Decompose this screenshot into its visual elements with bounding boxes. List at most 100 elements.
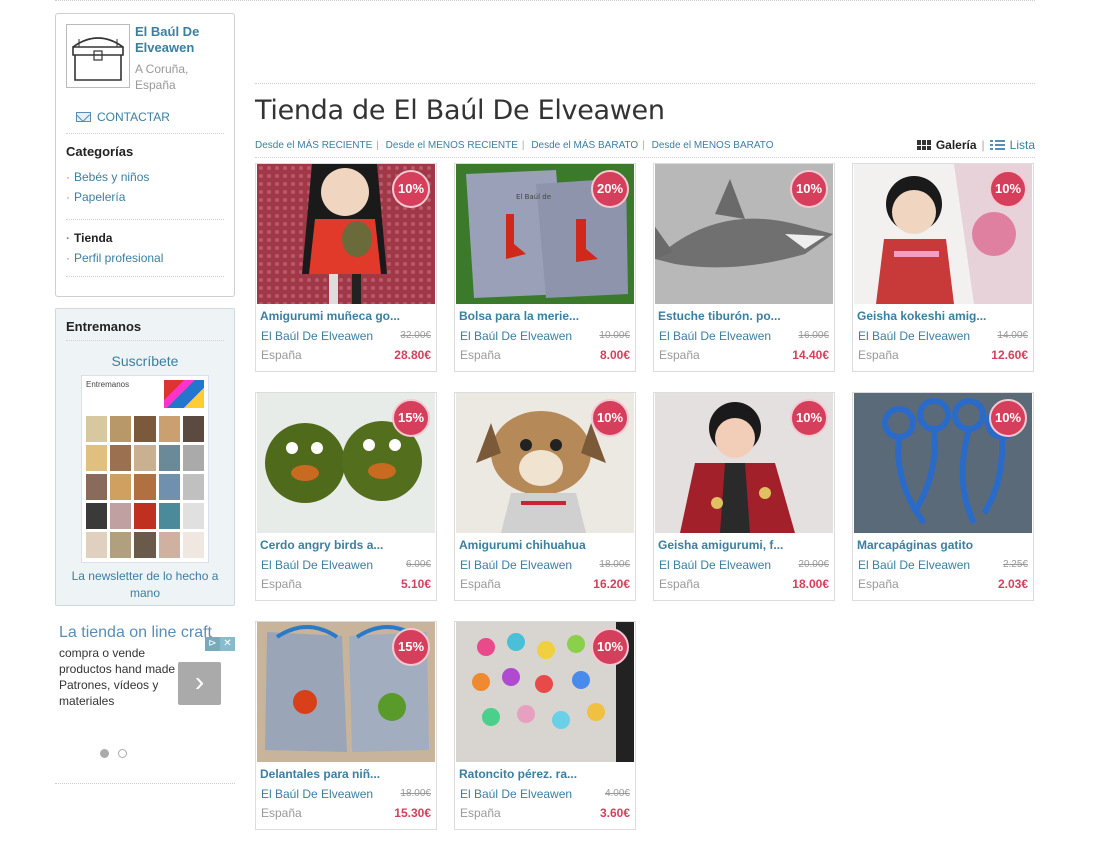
product-name[interactable]: Estuche tiburón. po... xyxy=(658,309,781,323)
product-card[interactable]: 10% Estuche tiburón. po... El Baúl De El… xyxy=(653,163,835,372)
sale-price: 5.10€ xyxy=(400,577,431,591)
old-price: 20.00€ xyxy=(798,559,829,570)
category-list: Bebés y niños Papelería xyxy=(66,167,224,207)
sort-most-expensive[interactable]: Desde el MENOS BARATO xyxy=(652,140,774,151)
seller-link[interactable]: El Baúl De Elveawen xyxy=(460,787,572,801)
newsletter-box: Entremanos Suscríbete Entremanos La news… xyxy=(55,308,235,606)
view-gallery-label: Galería xyxy=(935,138,977,152)
product-name[interactable]: Geisha kokeshi amig... xyxy=(857,309,986,323)
ad-banner[interactable]: ⊳ ✕ La tienda on line craft compra o ven… xyxy=(55,624,235,784)
svg-text:El Baúl de: El Baúl de xyxy=(516,193,551,201)
old-price: 18.00€ xyxy=(400,788,431,799)
sale-price: 3.60€ xyxy=(599,806,630,820)
main-divider xyxy=(255,83,1035,84)
seller-link[interactable]: El Baúl De Elveawen xyxy=(858,329,970,343)
old-price: 6.00€ xyxy=(405,559,431,570)
product-card[interactable]: 10% Geisha kokeshi amig... El Baúl De El… xyxy=(852,163,1034,372)
newsletter-preview-art xyxy=(164,380,204,408)
contact-label: CONTACTAR xyxy=(97,110,170,124)
view-gallery-button[interactable]: Galería xyxy=(916,138,977,152)
shop-name-link[interactable]: El Baúl De Elveawen xyxy=(135,24,224,56)
product-country: España xyxy=(261,806,302,820)
sort-cheapest[interactable]: Desde el MÁS BARATO xyxy=(531,140,638,151)
product-name[interactable]: Cerdo angry birds a... xyxy=(260,538,383,552)
product-name[interactable]: Amigurumi chihuahua xyxy=(459,538,586,552)
product-name[interactable]: Delantales para niñ... xyxy=(260,767,380,781)
product-country: España xyxy=(858,348,899,362)
seller-link[interactable]: El Baúl De Elveawen xyxy=(659,558,771,572)
shop-location: A Coruña, España xyxy=(135,62,189,92)
view-list-button[interactable]: Lista xyxy=(989,138,1035,152)
category-item-papeleria[interactable]: Papelería xyxy=(66,187,224,207)
newsletter-preview-grid xyxy=(86,416,204,558)
product-country: España xyxy=(460,348,501,362)
newsletter-preview-image[interactable]: Entremanos xyxy=(81,375,209,563)
product-country: España xyxy=(659,577,700,591)
product-card[interactable]: 15% Delantales para niñ... El Baúl De El… xyxy=(255,621,437,830)
ad-page-dot-1[interactable] xyxy=(100,749,109,758)
category-item-bebes[interactable]: Bebés y niños xyxy=(66,167,224,187)
sort-least-recent[interactable]: Desde el MENOS RECIENTE xyxy=(386,140,518,151)
nav-item-tienda[interactable]: Tienda xyxy=(66,228,224,248)
sale-price: 15.30€ xyxy=(394,806,431,820)
seller-link[interactable]: El Baúl De Elveawen xyxy=(858,558,970,572)
product-name[interactable]: Ratoncito pérez. ra... xyxy=(459,767,577,781)
divider xyxy=(66,276,224,277)
ad-next-button[interactable]: › xyxy=(178,662,221,705)
ad-text: compra o vende productos hand made Patro… xyxy=(59,646,176,708)
sale-price: 2.03€ xyxy=(997,577,1028,591)
discount-badge: 10% xyxy=(591,628,629,666)
discount-badge: 15% xyxy=(392,628,430,666)
product-card[interactable]: 10% Amigurumi chihuahua El Baúl De Elvea… xyxy=(454,392,636,601)
view-switcher: Galería | Lista xyxy=(916,138,1035,152)
discount-badge: 10% xyxy=(392,170,430,208)
product-name[interactable]: Bolsa para la merie... xyxy=(459,309,579,323)
product-country: España xyxy=(858,577,899,591)
sale-price: 8.00€ xyxy=(599,348,630,362)
product-card[interactable]: 10% Geisha amigurumi, f... El Baúl De El… xyxy=(653,392,835,601)
newsletter-caption[interactable]: La newsletter de lo hecho a mano xyxy=(66,568,224,602)
shop-profile-box: El Baúl De Elveawen A Coruña, España CON… xyxy=(55,13,235,297)
product-name[interactable]: Amigurumi muñeca go... xyxy=(260,309,400,323)
sort-bar: Desde el MÁS RECIENTE | Desde el MENOS RE… xyxy=(255,137,1035,153)
product-country: España xyxy=(261,348,302,362)
sort-options: Desde el MÁS RECIENTE | Desde el MENOS RE… xyxy=(255,139,774,151)
ad-page-dot-2[interactable] xyxy=(118,749,127,758)
divider xyxy=(66,219,224,220)
newsletter-title: Entremanos xyxy=(66,319,142,334)
shop-logo[interactable] xyxy=(66,24,130,88)
list-icon xyxy=(989,140,1005,150)
old-price: 14.00€ xyxy=(997,330,1028,341)
product-country: España xyxy=(460,806,501,820)
seller-link[interactable]: El Baúl De Elveawen xyxy=(659,329,771,343)
product-name[interactable]: Marcapáginas gatito xyxy=(857,538,973,552)
discount-badge: 10% xyxy=(591,399,629,437)
discount-badge: 20% xyxy=(591,170,629,208)
categories-title: Categorías xyxy=(66,144,134,159)
product-card[interactable]: 15% Cerdo angry birds a... El Baúl De El… xyxy=(255,392,437,601)
old-price: 18.00€ xyxy=(599,559,630,570)
seller-link[interactable]: El Baúl De Elveawen xyxy=(460,558,572,572)
ad-title[interactable]: La tienda on line craft xyxy=(59,624,219,642)
mail-icon xyxy=(76,112,91,122)
product-name[interactable]: Geisha amigurumi, f... xyxy=(658,538,783,552)
product-card[interactable]: 10% Ratoncito pérez. ra... El Baúl De El… xyxy=(454,621,636,830)
sidebar: El Baúl De Elveawen A Coruña, España CON… xyxy=(55,13,235,784)
ad-info-icon[interactable]: ⊳ xyxy=(205,637,220,651)
product-card[interactable]: 10% Marcapáginas gatito El Baúl De Elvea… xyxy=(852,392,1034,601)
contact-link[interactable]: CONTACTAR xyxy=(76,109,224,125)
sale-price: 28.80€ xyxy=(394,348,431,362)
product-country: España xyxy=(261,577,302,591)
product-card[interactable]: El Baúl de 20% Bolsa para la merie... El… xyxy=(454,163,636,372)
sale-price: 14.40€ xyxy=(792,348,829,362)
subscribe-link[interactable]: Suscríbete xyxy=(66,353,224,369)
seller-link[interactable]: El Baúl De Elveawen xyxy=(261,558,373,572)
sort-most-recent[interactable]: Desde el MÁS RECIENTE xyxy=(255,140,372,151)
product-card[interactable]: 10% Amigurumi muñeca go... El Baúl De El… xyxy=(255,163,437,372)
seller-link[interactable]: El Baúl De Elveawen xyxy=(460,329,572,343)
seller-link[interactable]: El Baúl De Elveawen xyxy=(261,329,373,343)
nav-item-perfil[interactable]: Perfil profesional xyxy=(66,248,224,268)
seller-link[interactable]: El Baúl De Elveawen xyxy=(261,787,373,801)
ad-close-icon[interactable]: ✕ xyxy=(220,637,235,651)
ad-pagination xyxy=(100,749,127,758)
